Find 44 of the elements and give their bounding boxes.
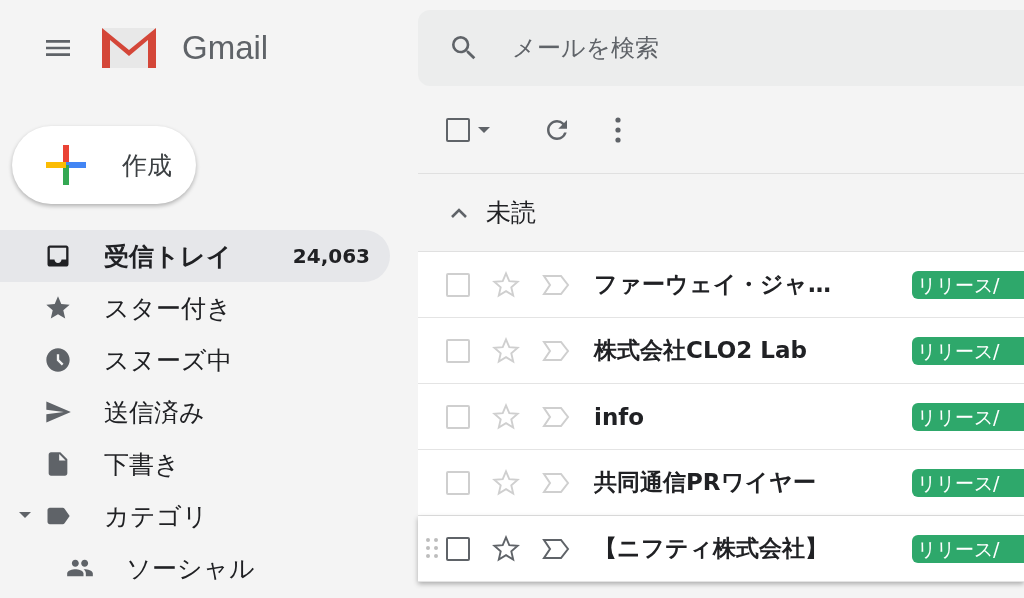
plus-icon	[46, 145, 86, 185]
star-icon[interactable]	[492, 336, 520, 365]
nav-item[interactable]: ソーシャル	[0, 542, 390, 594]
row-checkbox[interactable]	[446, 536, 470, 561]
email-row[interactable]: ファーウェイ・ジャ… リリース/	[418, 252, 1024, 318]
drag-handle-icon[interactable]	[426, 538, 438, 558]
app-name: Gmail	[182, 29, 269, 67]
nav-item[interactable]: 下書き	[0, 438, 390, 490]
importance-marker-icon[interactable]	[542, 537, 570, 560]
label-tag: リリース/	[912, 402, 1024, 431]
email-row[interactable]: 共同通信PRワイヤー リリース/	[418, 450, 1024, 516]
email-row[interactable]: info リリース/	[418, 384, 1024, 450]
more-button[interactable]	[614, 115, 622, 144]
nav-item[interactable]: スター付き	[0, 282, 390, 334]
email-row[interactable]: 【ニフティ株式会社】 リリース/	[418, 516, 1024, 582]
email-sender: 【ニフティ株式会社】	[594, 534, 829, 563]
search-input[interactable]: メールを検索	[510, 33, 1024, 63]
nav-item[interactable]: 送信済み	[0, 386, 390, 438]
unread-count: 24,063	[292, 244, 370, 268]
chevron-icon[interactable]	[450, 206, 468, 219]
star-icon[interactable]	[492, 402, 520, 431]
star-icon[interactable]	[492, 534, 520, 563]
email-sender: ファーウェイ・ジャ…	[594, 270, 832, 299]
nav-item[interactable]: 受信トレイ 24,063	[0, 230, 390, 282]
compose-button[interactable]: 作成	[12, 126, 196, 204]
label-tag: リリース/	[912, 336, 1024, 365]
label-tag: リリース/	[912, 468, 1024, 497]
section-title: 未読	[486, 197, 536, 229]
email-sender: info	[594, 403, 646, 430]
select-all-checkbox[interactable]	[446, 117, 470, 142]
caret-icon[interactable]	[478, 125, 490, 134]
email-sender: 株式会社CLO2 Lab	[594, 336, 808, 365]
search-field[interactable]: メールを検索	[418, 10, 1024, 86]
label-tag: リリース/	[912, 270, 1024, 299]
email-sender: 共同通信PRワイヤー	[594, 468, 817, 497]
more-icon	[614, 115, 622, 144]
email-row[interactable]: 株式会社CLO2 Lab リリース/	[418, 318, 1024, 384]
caret-icon[interactable]	[18, 510, 32, 520]
star-icon[interactable]	[492, 468, 520, 497]
label-tag: リリース/	[912, 534, 1024, 563]
nav-item[interactable]: スヌーズ中	[0, 334, 390, 386]
clock-icon	[44, 346, 72, 374]
nav-item[interactable]: カテゴリ	[0, 490, 390, 542]
star-icon[interactable]	[492, 270, 520, 299]
